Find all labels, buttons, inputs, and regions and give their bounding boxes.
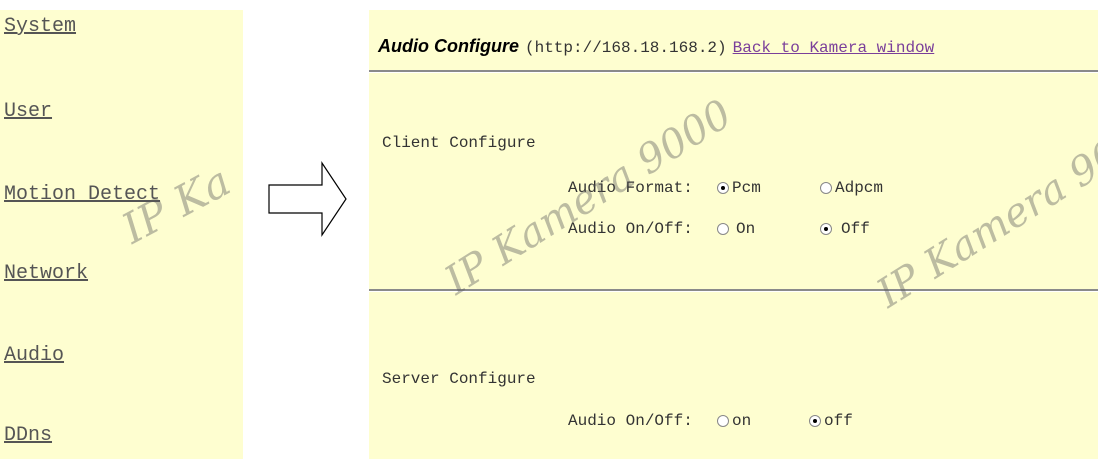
- client-audio-option-on[interactable]: On: [717, 220, 755, 238]
- nav-link-network[interactable]: Network: [4, 262, 88, 285]
- server-audio-onoff-label: Audio On/Off:: [568, 412, 693, 430]
- server-audio-on-label: on: [732, 412, 752, 430]
- server-audio-option-off[interactable]: off: [809, 412, 853, 430]
- audio-config-panel: Audio Configure (http://168.18.168.2) Back…: [369, 10, 1098, 459]
- audio-format-adpcm-label: Adpcm: [835, 179, 884, 197]
- client-audio-option-off[interactable]: Off: [820, 220, 870, 238]
- watermark: IP Kamera 9000: [869, 104, 1098, 318]
- server-audio-off-radio[interactable]: [809, 414, 821, 427]
- audio-format-label: Audio Format:: [568, 179, 693, 197]
- panel-header: Audio Configure (http://168.18.168.2) Back…: [378, 36, 934, 57]
- client-audio-on-label: On: [736, 220, 756, 238]
- audio-format-pcm-label: Pcm: [732, 179, 761, 197]
- arrow-right-icon: [268, 161, 347, 237]
- camera-url: (http://168.18.168.2): [524, 39, 727, 57]
- audio-format-adpcm-radio[interactable]: [820, 181, 832, 194]
- audio-format-pcm-radio[interactable]: [717, 181, 729, 194]
- nav-link-user[interactable]: User: [4, 100, 52, 123]
- nav-link-motion-detect[interactable]: Motion Detect: [4, 183, 160, 206]
- server-audio-on-radio[interactable]: [717, 414, 729, 427]
- server-audio-off-label: off: [824, 412, 853, 430]
- nav-link-ddns[interactable]: DDns: [4, 424, 52, 447]
- audio-format-option-adpcm[interactable]: Adpcm: [820, 179, 883, 197]
- client-audio-onoff-label: Audio On/Off:: [568, 220, 693, 238]
- client-config-label: Client Configure: [382, 134, 536, 152]
- client-audio-on-radio[interactable]: [717, 222, 729, 235]
- nav-link-audio[interactable]: Audio: [4, 344, 64, 367]
- watermark: IP Kamera 9000: [437, 91, 740, 305]
- client-audio-off-label: Off: [841, 220, 870, 238]
- divider: [369, 289, 1098, 292]
- server-audio-option-on[interactable]: on: [717, 412, 751, 430]
- nav-panel: System User Motion Detect Network Audio …: [0, 10, 243, 459]
- nav-link-system[interactable]: System: [4, 15, 76, 38]
- page-title: Audio Configure: [378, 36, 519, 56]
- divider: [369, 70, 1098, 73]
- client-audio-off-radio[interactable]: [820, 222, 832, 235]
- back-link[interactable]: Back to Kamera window: [733, 39, 935, 57]
- server-config-label: Server Configure: [382, 370, 536, 388]
- audio-format-option-pcm[interactable]: Pcm: [717, 179, 761, 197]
